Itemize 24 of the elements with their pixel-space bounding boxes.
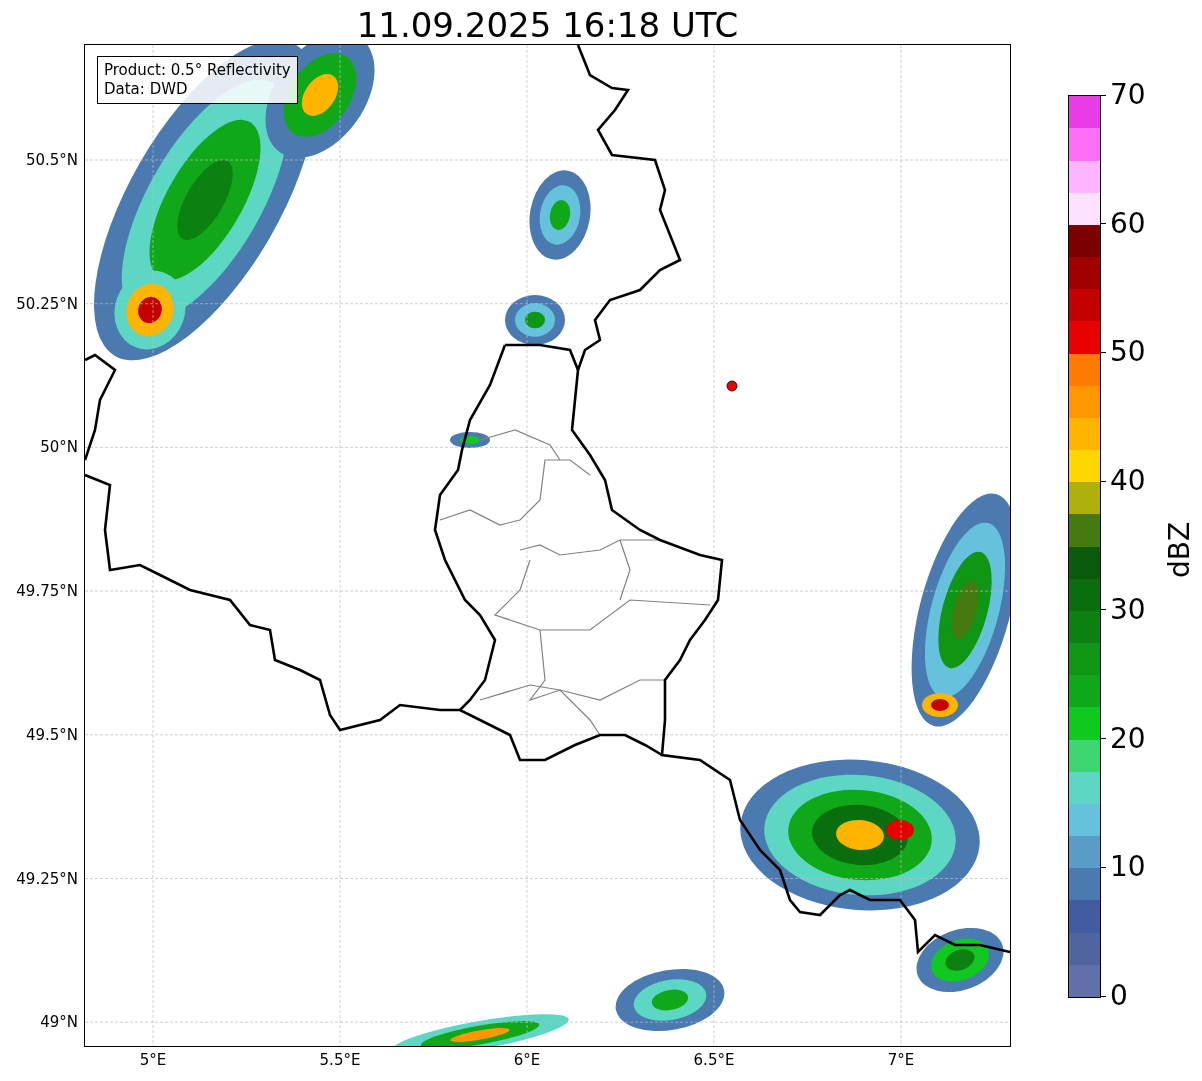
colorbar-label: dBZ — [1163, 520, 1197, 580]
axis-tick-label: 49.75°N — [15, 582, 78, 601]
colorbar-tick-label: 10 — [1110, 851, 1146, 884]
colorbar-tick-label: 0 — [1110, 980, 1128, 1012]
legend-text: Data: DWD — [104, 80, 189, 99]
axis-tick-label: 6.5°E — [692, 1051, 736, 1069]
colorbar-tick-label: 40 — [1110, 465, 1146, 498]
colorbar-tick-label: 60 — [1110, 207, 1146, 240]
axis-tick-label: 49.25°N — [15, 869, 78, 888]
colorbar-tick-label: 30 — [1110, 593, 1146, 626]
axis-tick-label: 5°E — [138, 1051, 168, 1069]
axis-tick-label: 49°N — [39, 1013, 78, 1032]
axis-tick-label: 50°N — [39, 438, 78, 457]
axis-tick-label: 6°E — [512, 1051, 542, 1069]
colorbar-tick-label: 20 — [1110, 722, 1146, 755]
axis-tick-label: 50.25°N — [15, 294, 78, 313]
axis-tick-label: 5.5°E — [318, 1051, 362, 1069]
axis-tick-label: 50.5°N — [24, 151, 78, 169]
axis-tick-label: 49.5°N — [24, 725, 78, 744]
chart-title: 11.09.2025 16:18 UTC — [355, 4, 740, 46]
legend-text: Product: 0.5° Reflectivity — [104, 61, 291, 80]
colorbar-tick-label: 50 — [1110, 336, 1146, 369]
colorbar-tick-label: 70 — [1110, 79, 1146, 111]
axis-tick-label: 7°E — [886, 1051, 916, 1069]
